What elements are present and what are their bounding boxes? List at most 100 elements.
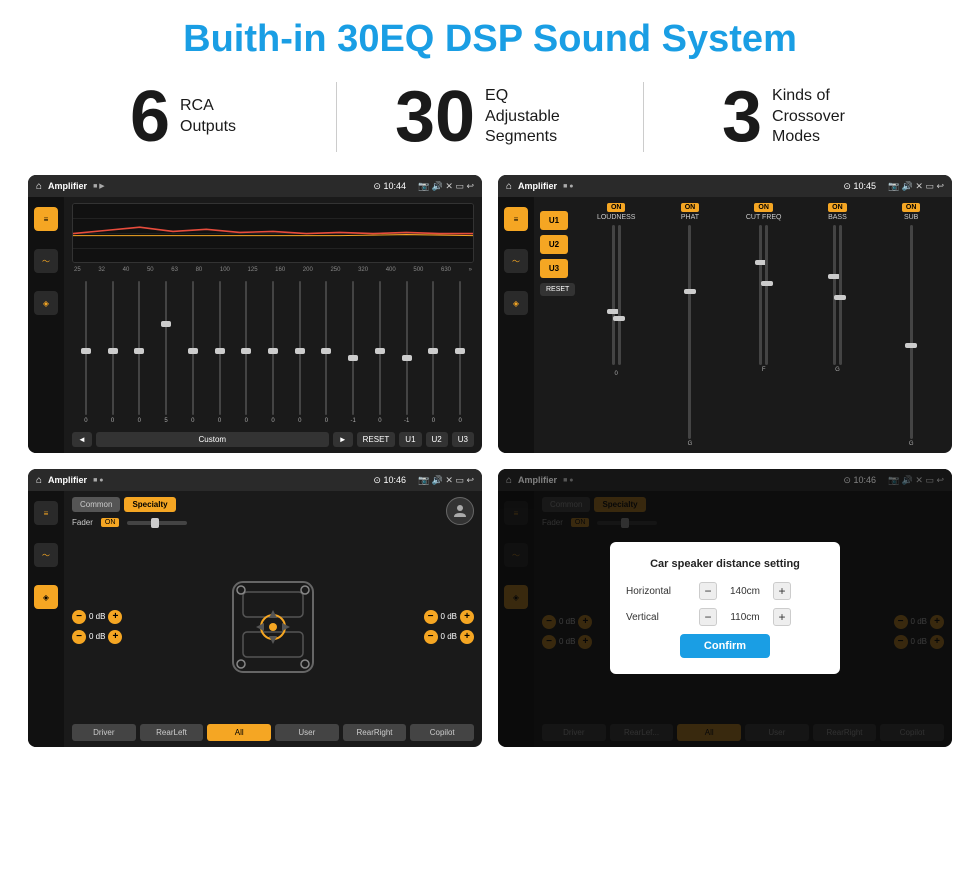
slider-9[interactable]: 0 (288, 281, 312, 424)
slider-11[interactable]: -1 (341, 281, 365, 424)
time-1: ⊙ 10:44 (373, 181, 406, 192)
slider-track-13 (406, 281, 408, 415)
amp-sidebar-eq-icon[interactable]: ≡ (504, 207, 528, 231)
freq-80: 80 (196, 267, 203, 273)
horizontal-plus-btn[interactable]: + (773, 582, 791, 600)
slider-val-3: 0 (138, 418, 141, 424)
slider-5[interactable]: 0 (181, 281, 205, 424)
slider-2[interactable]: 0 (101, 281, 125, 424)
slider-val-6: 0 (218, 418, 221, 424)
eq-prev-btn[interactable]: ◄ (72, 432, 92, 447)
sidebar-vol-icon[interactable]: ◈ (34, 291, 58, 315)
vol-minus-4[interactable]: − (424, 630, 438, 644)
slider-13[interactable]: -1 (395, 281, 419, 424)
amp-reset-btn[interactable]: RESET (540, 283, 575, 296)
freq-32: 32 (98, 267, 105, 273)
vol-ctrl-1: − 0 dB + (72, 610, 122, 624)
sidebar-eq-icon[interactable]: ≡ (34, 207, 58, 231)
vol-val-2: 0 dB (89, 632, 105, 641)
vol-plus-3[interactable]: + (460, 610, 474, 624)
btn-rearleft[interactable]: RearLeft (140, 724, 204, 741)
vol-plus-1[interactable]: + (108, 610, 122, 624)
slider-4[interactable]: 5 (154, 281, 178, 424)
vol-plus-2[interactable]: + (108, 630, 122, 644)
home-icon-1: ⌂ (36, 181, 42, 192)
stat-divider-1 (336, 82, 337, 152)
screen-dialog: ⌂ Amplifier ■ ● ⊙ 10:46 📷 🔊 ✕ ▭ ↩ ≡ 〜 ◈ … (498, 469, 952, 747)
slider-track-4 (165, 281, 167, 415)
fader-sidebar-vol-icon[interactable]: ◈ (34, 585, 58, 609)
car-svg (223, 562, 323, 692)
slider-1[interactable]: 0 (74, 281, 98, 424)
slider-15[interactable]: 0 (448, 281, 472, 424)
tab-specialty[interactable]: Specialty (124, 497, 175, 512)
phat-slider[interactable] (688, 225, 691, 439)
sub-slider[interactable] (910, 225, 913, 439)
loudness-label: LOUDNESS (597, 214, 636, 221)
amp-sidebar-vol-icon[interactable]: ◈ (504, 291, 528, 315)
loudness-slider-2[interactable] (618, 225, 621, 365)
cutfreq-slider-1[interactable] (759, 225, 762, 365)
eq-main-area: 25 32 40 50 63 80 100 125 160 200 250 32… (64, 197, 482, 453)
slider-12[interactable]: 0 (368, 281, 392, 424)
stats-row: 6 RCAOutputs 30 EQ AdjustableSegments 3 … (0, 71, 980, 167)
eq-u3-btn[interactable]: U3 (452, 432, 474, 447)
sidebar-wave-icon[interactable]: 〜 (34, 249, 58, 273)
vol-plus-4[interactable]: + (460, 630, 474, 644)
slider-14[interactable]: 0 (422, 281, 446, 424)
horizontal-minus-btn[interactable]: − (699, 582, 717, 600)
stat-crossover: 3 Kinds ofCrossover Modes (674, 81, 920, 153)
eq-next-btn[interactable]: ► (333, 432, 353, 447)
screen-fader: ⌂ Amplifier ■ ● ⊙ 10:46 📷 🔊 ✕ ▭ ↩ ≡ 〜 ◈ … (28, 469, 482, 747)
eq-u1-btn[interactable]: U1 (399, 432, 421, 447)
freq-100: 100 (220, 267, 230, 273)
slider-3[interactable]: 0 (127, 281, 151, 424)
btn-copilot[interactable]: Copilot (410, 724, 474, 741)
fader-h-slider[interactable] (127, 521, 187, 525)
vertical-plus-btn[interactable]: + (773, 608, 791, 626)
btn-user[interactable]: User (275, 724, 339, 741)
cutfreq-slider-2[interactable] (765, 225, 768, 365)
bass-slider-2[interactable] (839, 225, 842, 365)
page-title: Buith-in 30EQ DSP Sound System (0, 0, 980, 71)
dialog-field-vertical: Vertical − 110cm + (626, 608, 824, 626)
freq-250: 250 (330, 267, 340, 273)
slider-val-11: -1 (351, 418, 356, 424)
eq-u2-btn[interactable]: U2 (426, 432, 448, 447)
sub-label: SUB (904, 214, 918, 221)
vol-minus-3[interactable]: − (424, 610, 438, 624)
amp-sidebar-wave-icon[interactable]: 〜 (504, 249, 528, 273)
horizontal-stepper: − 140cm + (699, 582, 791, 600)
tab-common[interactable]: Common (72, 497, 120, 512)
preset-u2[interactable]: U2 (540, 235, 568, 254)
vol-minus-2[interactable]: − (72, 630, 86, 644)
topbar-3: ⌂ Amplifier ■ ● ⊙ 10:46 📷 🔊 ✕ ▭ ↩ (28, 469, 482, 491)
slider-8[interactable]: 0 (261, 281, 285, 424)
fader-h-thumb (151, 518, 159, 528)
freq-63: 63 (171, 267, 178, 273)
status-icons-2: ■ ● (563, 183, 573, 190)
vol-minus-1[interactable]: − (72, 610, 86, 624)
btn-all[interactable]: All (207, 724, 271, 741)
fader-sidebar-wave-icon[interactable]: 〜 (34, 543, 58, 567)
fader-sidebar-eq-icon[interactable]: ≡ (34, 501, 58, 525)
slider-track-3 (138, 281, 140, 415)
loudness-slider-1[interactable] (612, 225, 615, 365)
eq-content: ≡ 〜 ◈ (28, 197, 482, 453)
app-name-3: Amplifier (48, 475, 87, 485)
eq-reset-btn[interactable]: RESET (357, 432, 396, 447)
eq-nav-row: ◄ Custom ► RESET U1 U2 U3 (72, 432, 474, 447)
icons-1: 📷 🔊 ✕ ▭ ↩ (418, 181, 474, 192)
slider-val-15: 0 (458, 418, 461, 424)
vertical-minus-btn[interactable]: − (699, 608, 717, 626)
slider-10[interactable]: 0 (315, 281, 339, 424)
btn-driver[interactable]: Driver (72, 724, 136, 741)
btn-rearright[interactable]: RearRight (343, 724, 407, 741)
slider-6[interactable]: 0 (208, 281, 232, 424)
preset-u3[interactable]: U3 (540, 259, 568, 278)
slider-7[interactable]: 0 (234, 281, 258, 424)
preset-u1[interactable]: U1 (540, 211, 568, 230)
fader-sidebar: ≡ 〜 ◈ (28, 491, 64, 747)
left-vol-controls: − 0 dB + − 0 dB + (72, 533, 122, 720)
confirm-button[interactable]: Confirm (680, 634, 770, 658)
